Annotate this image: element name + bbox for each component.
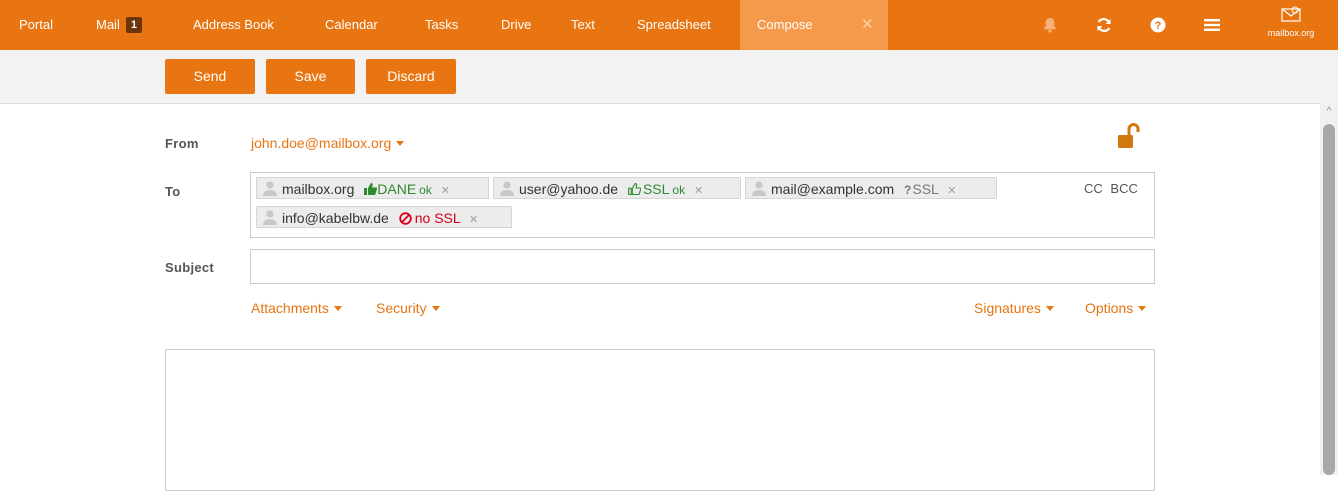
thumbs-up-outline-icon — [628, 183, 642, 196]
from-label: From — [165, 136, 199, 151]
nav-spreadsheet[interactable]: Spreadsheet — [637, 0, 711, 50]
recipient-token[interactable]: user@yahoo.de SSL ok ✕ — [493, 177, 741, 199]
scrollbar-thumb[interactable] — [1323, 124, 1335, 475]
person-icon — [752, 181, 766, 196]
person-icon — [263, 210, 277, 225]
security-indicator: SSL ok — [628, 181, 689, 197]
person-icon — [263, 181, 277, 196]
security-status: ok — [672, 183, 686, 197]
caret-down-icon — [1138, 306, 1147, 311]
tab-compose-label: Compose — [757, 17, 813, 32]
logo-text: mailbox.org — [1267, 28, 1315, 38]
nav-text[interactable]: Text — [571, 0, 595, 50]
subject-input[interactable] — [250, 249, 1155, 284]
save-button[interactable]: Save — [266, 59, 355, 94]
attachments-label: Attachments — [251, 300, 329, 316]
recipient-token[interactable]: mail@example.com ?SSL ✕ — [745, 177, 997, 199]
send-button[interactable]: Send — [165, 59, 255, 94]
caret-down-icon — [1045, 306, 1054, 311]
from-dropdown[interactable]: john.doe@mailbox.org — [251, 135, 405, 151]
nav-calendar[interactable]: Calendar — [325, 0, 378, 50]
question-icon: ? — [904, 183, 912, 197]
security-status: ok — [419, 183, 432, 197]
to-recipients-field[interactable]: mailbox.org DANE ok ✕ user@yahoo.de SSL ok… — [250, 172, 1155, 238]
subject-label: Subject — [165, 260, 215, 275]
nav-drive[interactable]: Drive — [501, 0, 531, 50]
recipient-address: mail@example.com — [771, 181, 895, 197]
close-icon[interactable]: ✕ — [861, 0, 874, 50]
signatures-dropdown[interactable]: Signatures — [974, 300, 1054, 316]
security-type: SSL — [912, 181, 939, 197]
caret-down-icon — [431, 306, 440, 311]
nav-mail[interactable]: Mail 1 — [96, 0, 142, 50]
remove-recipient-icon[interactable]: ✕ — [694, 185, 703, 197]
signatures-label: Signatures — [974, 300, 1041, 316]
help-icon[interactable]: ? — [1146, 13, 1170, 37]
ban-icon — [399, 212, 412, 225]
security-type: no SSL — [414, 210, 461, 226]
nav-mail-label: Mail — [96, 17, 120, 32]
options-dropdown[interactable]: Options — [1085, 300, 1147, 316]
discard-button[interactable]: Discard — [366, 59, 456, 94]
to-label: To — [165, 184, 181, 199]
security-type: SSL — [642, 181, 670, 197]
bell-icon[interactable] — [1038, 13, 1062, 37]
caret-down-icon — [333, 306, 342, 311]
security-dropdown[interactable]: Security — [376, 300, 440, 316]
from-address: john.doe@mailbox.org — [251, 135, 392, 151]
security-type: DANE — [377, 181, 417, 197]
unread-count-badge: 1 — [125, 17, 142, 33]
envelope-logo-icon — [1281, 6, 1301, 22]
cc-link[interactable]: CC — [1084, 181, 1103, 196]
compose-toolbar: Send Save Discard — [0, 50, 1338, 104]
security-label: Security — [376, 300, 427, 316]
refresh-icon[interactable] — [1092, 13, 1116, 37]
caret-down-icon — [396, 141, 405, 146]
recipient-token[interactable]: mailbox.org DANE ok ✕ — [256, 177, 489, 199]
bcc-link[interactable]: BCC — [1110, 181, 1137, 196]
scroll-up-arrow-icon[interactable]: ^ — [1320, 103, 1338, 121]
svg-text:?: ? — [1155, 20, 1162, 32]
options-label: Options — [1085, 300, 1134, 316]
message-body-editor[interactable] — [165, 349, 1155, 491]
nav-tasks[interactable]: Tasks — [425, 0, 458, 50]
recipient-address: user@yahoo.de — [519, 181, 619, 197]
remove-recipient-icon[interactable]: ✕ — [469, 214, 478, 226]
security-indicator: DANE ok — [364, 181, 435, 197]
security-indicator: no SSL — [399, 210, 464, 226]
top-navigation-bar: Portal Mail 1 Address Book Calendar Tasks… — [0, 0, 1338, 50]
nav-portal[interactable]: Portal — [19, 0, 53, 50]
remove-recipient-icon[interactable]: ✕ — [947, 185, 956, 197]
unlocked-lock-icon[interactable] — [1118, 121, 1140, 154]
remove-recipient-icon[interactable]: ✕ — [441, 185, 450, 197]
recipient-token[interactable]: info@kabelbw.de no SSL ✕ — [256, 206, 512, 228]
menu-icon[interactable] — [1200, 13, 1224, 37]
recipient-address: info@kabelbw.de — [282, 210, 389, 226]
security-indicator: ?SSL — [904, 181, 942, 197]
thumbs-up-filled-icon — [364, 183, 378, 195]
cc-bcc-links: CC BCC — [1084, 181, 1138, 196]
person-icon — [500, 181, 514, 196]
recipient-address: mailbox.org — [282, 181, 355, 197]
attachments-dropdown[interactable]: Attachments — [251, 300, 342, 316]
mailbox-logo[interactable]: mailbox.org — [1256, 6, 1326, 44]
nav-address-book[interactable]: Address Book — [193, 0, 274, 50]
